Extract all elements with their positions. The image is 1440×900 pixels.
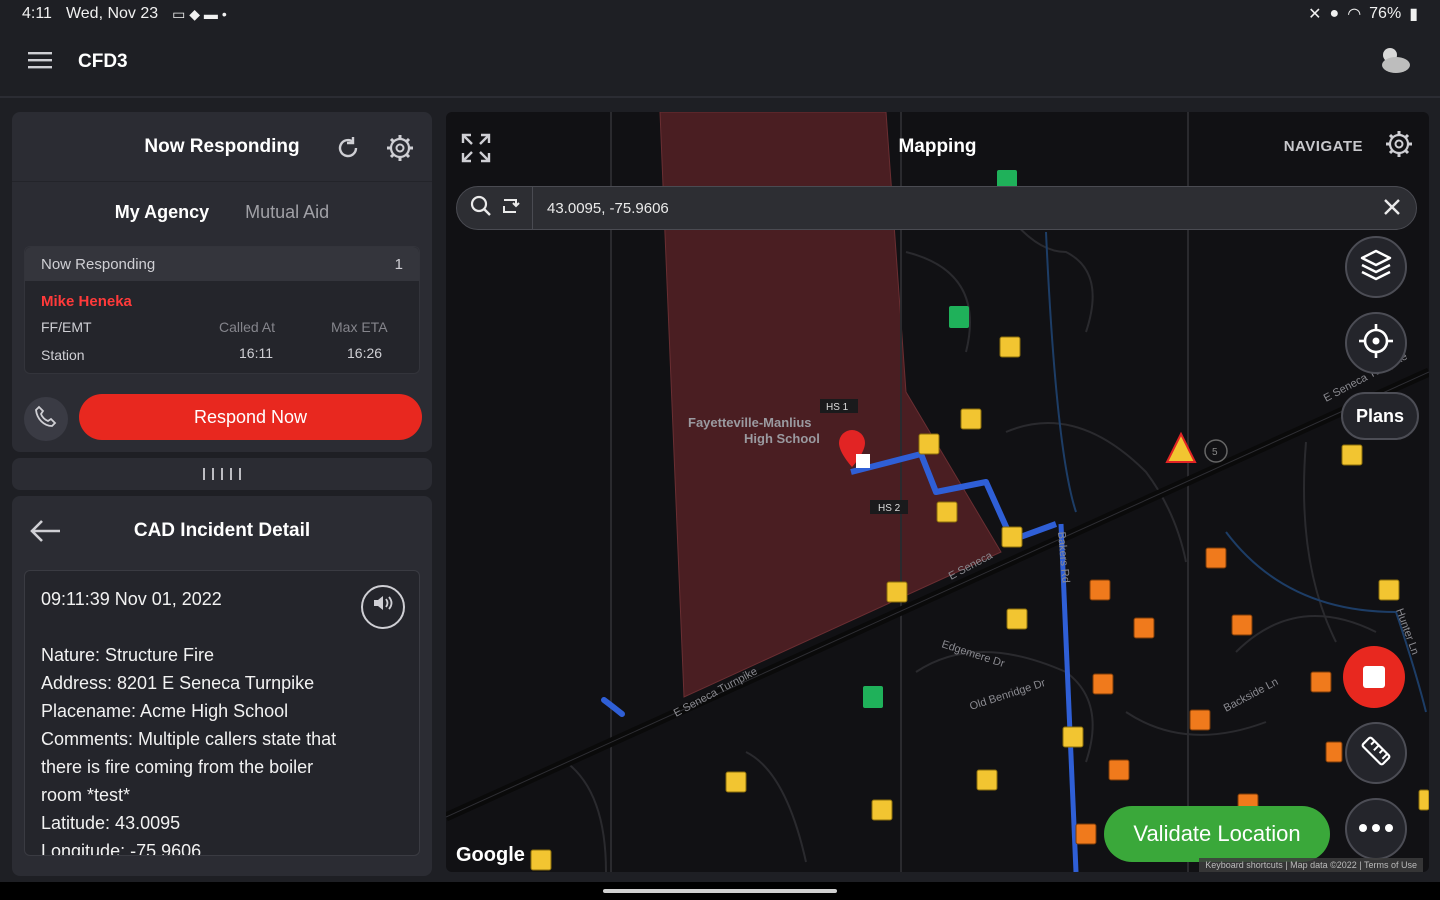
map-label-road: Old Benridge Dr (968, 677, 1047, 713)
map-title: Mapping (898, 136, 977, 157)
menu-icon[interactable] (28, 50, 52, 75)
refresh-icon[interactable] (334, 134, 362, 167)
notification-icons: ▭ ◆ ▬ • (172, 5, 227, 22)
route-shield: 5 (1212, 447, 1218, 458)
panel-resize-handle[interactable] (12, 458, 432, 490)
max-eta-label: Max ETA (331, 319, 388, 335)
incident-timestamp: 09:11:39 Nov 01, 2022 (41, 589, 222, 609)
location-icon: ● (1329, 5, 1340, 22)
max-eta-value: 16:26 (347, 345, 383, 361)
cad-incident-card: CAD Incident Detail 09:11:39 Nov 01, 202… (12, 496, 432, 876)
map-settings-icon[interactable] (1383, 128, 1415, 165)
battery-level: 76% (1369, 5, 1402, 22)
detail-line: room *test* (41, 785, 131, 805)
home-gesture-bar[interactable] (603, 889, 837, 893)
now-responding-title: Now Responding (144, 135, 300, 157)
layers-icon (1358, 247, 1394, 288)
measure-button[interactable] (1345, 722, 1407, 784)
called-at-label: Called At (219, 319, 276, 335)
grip-icon (203, 468, 241, 480)
fullscreen-icon[interactable] (460, 132, 492, 169)
map-label-road: Hunter Ln (1393, 607, 1421, 657)
app-bar: CFD3 (0, 28, 1440, 98)
detail-line: Nature: Structure Fire (41, 645, 215, 665)
close-icon[interactable] (1382, 197, 1402, 222)
back-arrow-icon[interactable] (28, 518, 62, 549)
system-nav-bar (0, 882, 1440, 900)
validate-location-button[interactable]: Validate Location (1104, 806, 1330, 862)
hazard-icon (1165, 431, 1197, 463)
responder-location: Station (41, 347, 85, 363)
record-button[interactable] (1343, 646, 1405, 708)
stop-icon (1363, 666, 1385, 688)
respond-now-button[interactable]: Respond Now (79, 394, 422, 440)
tab-my-agency[interactable]: My Agency (115, 202, 209, 223)
gear-icon[interactable] (384, 132, 416, 169)
hydrant-orange-markers[interactable] (1075, 547, 1343, 845)
location-search[interactable]: 43.0095, -75.9606 (456, 186, 1417, 230)
status-bar: 4:11 Wed, Nov 23 ▭ ◆ ▬ • ✕ ● ◠ 76% ▮ (0, 0, 1440, 28)
called-at-value: 16:11 (239, 345, 273, 361)
hydrant-markers[interactable] (530, 336, 1429, 871)
swap-icon[interactable] (500, 196, 520, 221)
app-title: CFD3 (78, 51, 128, 72)
plans-button[interactable]: Plans (1341, 392, 1419, 440)
map-label-school: Fayetteville-Manlius (688, 415, 812, 430)
now-responding-card: Now Responding My Agency Mutual Aid Now … (12, 112, 432, 452)
detail-line: Placename: Acme High School (41, 701, 289, 721)
cad-title: CAD Incident Detail (133, 520, 311, 541)
map-label-road: Edgemere Dr (940, 638, 1006, 670)
responder-role: FF/EMT (41, 319, 92, 335)
status-time: 4:11 (22, 5, 52, 22)
detail-line: Address: 8201 E Seneca Turnpike (41, 673, 315, 693)
mute-icon: ✕ (1308, 6, 1322, 23)
call-button[interactable] (24, 397, 68, 441)
wifi-icon: ◠ (1347, 6, 1362, 23)
left-panel: Now Responding My Agency Mutual Aid Now … (0, 100, 440, 882)
battery-icon: ▮ (1409, 6, 1418, 23)
status-date: Wed, Nov 23 (65, 5, 159, 22)
audio-button[interactable] (361, 585, 405, 629)
detail-line: Latitude: 43.0095 (41, 813, 181, 833)
search-input[interactable]: 43.0095, -75.9606 (547, 200, 669, 217)
cad-detail-body[interactable]: 09:11:39 Nov 01, 2022 Nature: Structure … (24, 570, 420, 856)
map-panel: Fayetteville-Manlius High School HS 1 HS… (446, 112, 1429, 872)
crosshair-icon (1357, 322, 1395, 365)
list-header: Now Responding (41, 255, 156, 273)
ruler-icon (1359, 734, 1393, 773)
responder-name[interactable]: Mike Heneka (41, 293, 132, 310)
detail-line: there is fire coming from the boiler (41, 757, 314, 777)
responder-count: 1 (394, 255, 403, 273)
map-attribution[interactable]: Keyboard shortcuts | Map data ©2022 | Te… (1199, 858, 1423, 872)
search-icon[interactable] (470, 195, 492, 222)
detail-line: Longitude: -75.9606 (41, 841, 202, 856)
map-label-hs2: HS 2 (878, 503, 901, 514)
google-logo: Google (456, 844, 525, 866)
speaker-icon (371, 593, 395, 621)
detail-line: Comments: Multiple callers state that (41, 729, 337, 749)
weather-icon[interactable] (1376, 45, 1412, 80)
more-options-button[interactable] (1345, 798, 1407, 860)
locate-button[interactable] (1345, 312, 1407, 374)
map-label-hs1: HS 1 (826, 402, 849, 413)
phone-icon (33, 404, 59, 435)
map-label-school-2: High School (744, 431, 820, 446)
tab-mutual-aid[interactable]: Mutual Aid (245, 202, 329, 223)
responder-list: Now Responding 1 Mike Heneka FF/EMT Stat… (24, 246, 420, 374)
layers-button[interactable] (1345, 236, 1407, 298)
more-icon (1358, 820, 1394, 838)
navigate-button[interactable]: NAVIGATE (1284, 138, 1363, 155)
map-label-road: Backside Ln (1222, 676, 1281, 715)
